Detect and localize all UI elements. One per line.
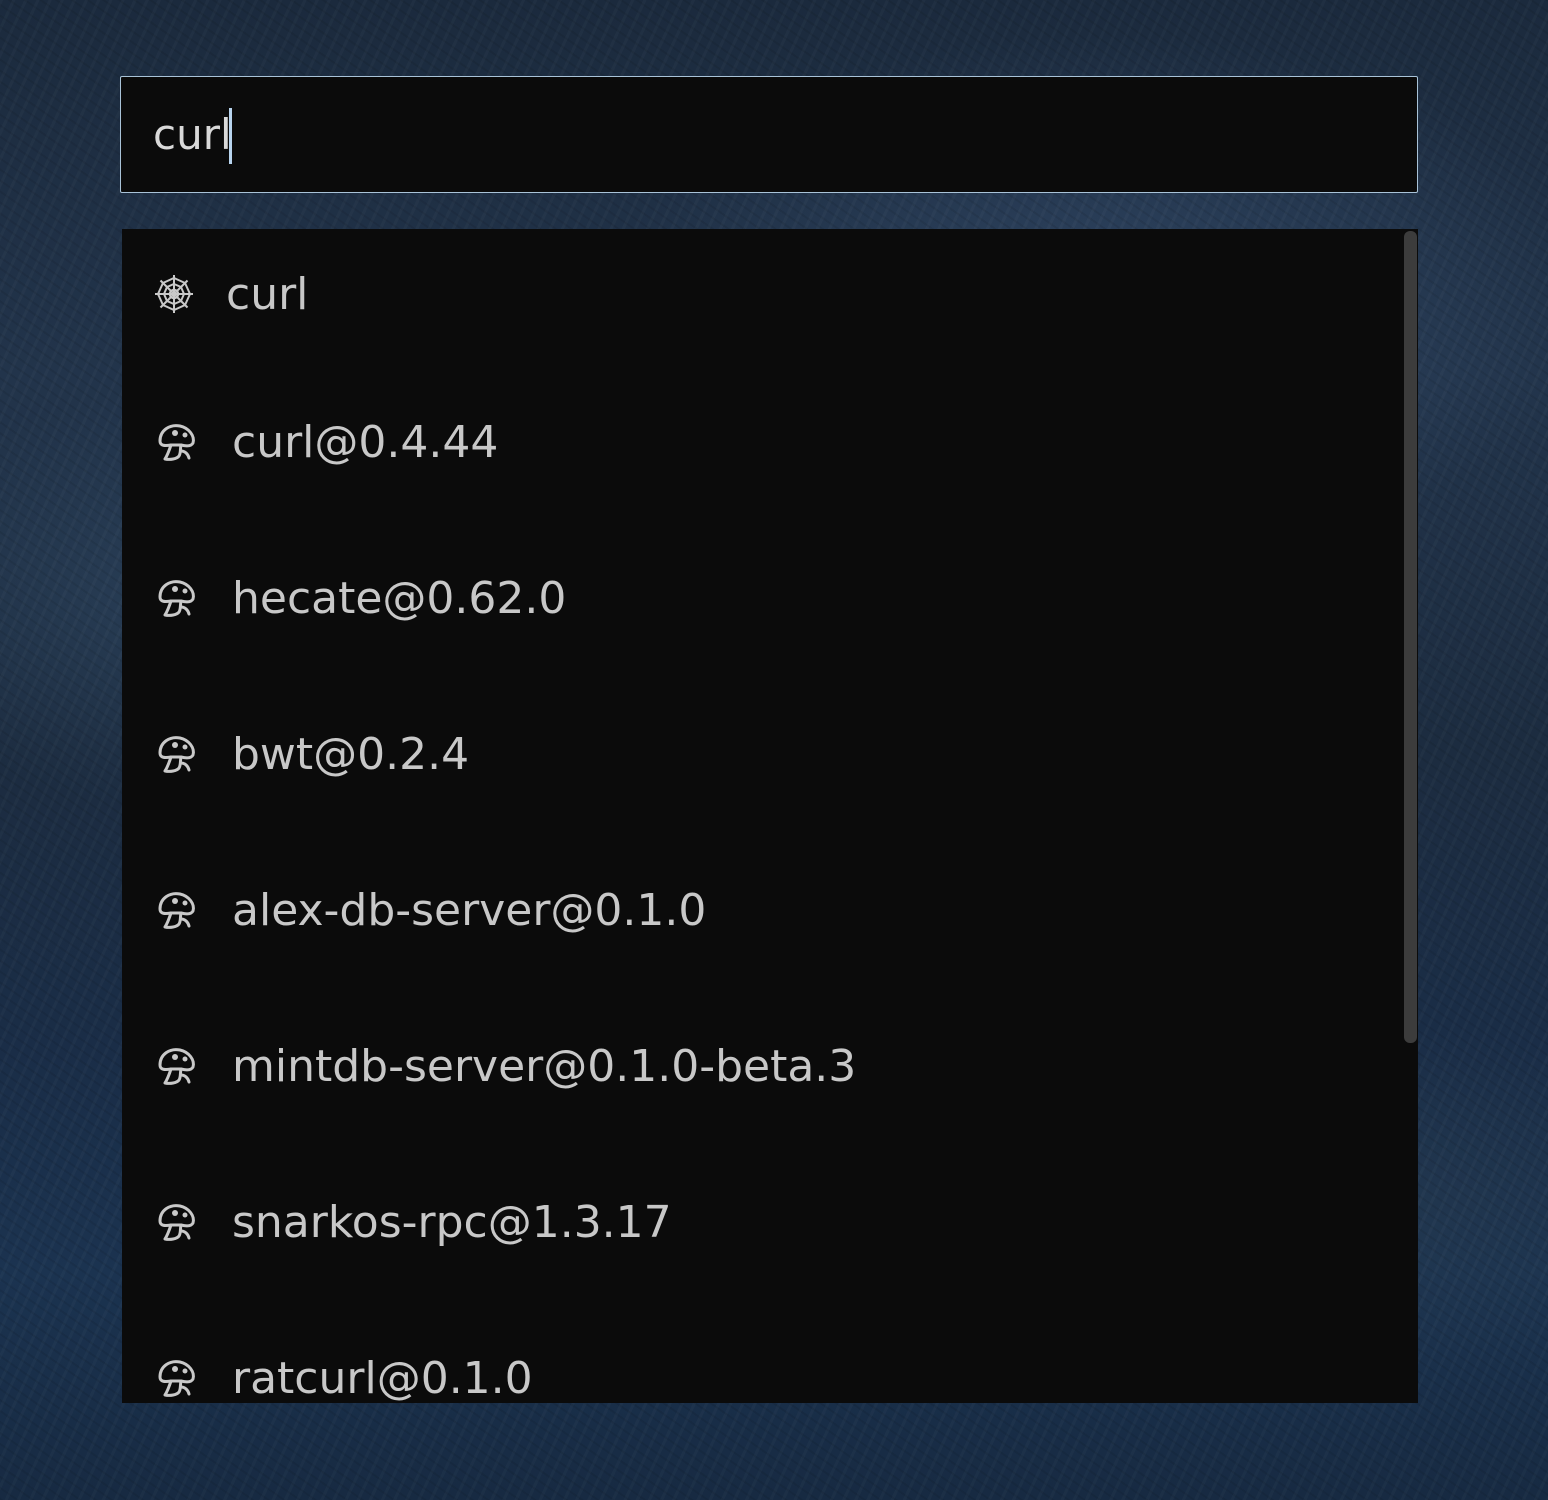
mushroom-icon xyxy=(154,732,198,776)
result-item[interactable]: curl@0.4.44 xyxy=(122,402,1398,482)
text-cursor xyxy=(229,108,232,164)
result-item[interactable]: snarkos-rpc@1.3.17 xyxy=(122,1182,1398,1262)
result-label: hecate@0.62.0 xyxy=(232,572,567,624)
mushroom-icon xyxy=(154,1356,198,1400)
mushroom-icon xyxy=(154,420,198,464)
result-label: snarkos-rpc@1.3.17 xyxy=(232,1196,672,1248)
scrollbar[interactable] xyxy=(1402,229,1418,1403)
search-box[interactable] xyxy=(120,76,1418,193)
search-input[interactable] xyxy=(121,76,1417,193)
result-label: mintdb-server@0.1.0-beta.3 xyxy=(232,1040,857,1092)
result-label: ratcurl@0.1.0 xyxy=(232,1352,533,1404)
result-label: curl@0.4.44 xyxy=(232,416,499,468)
result-item[interactable]: mintdb-server@0.1.0-beta.3 xyxy=(122,1026,1398,1106)
mushroom-icon xyxy=(154,1044,198,1088)
mushroom-icon xyxy=(154,888,198,932)
mushroom-icon xyxy=(154,576,198,620)
result-item[interactable]: curl xyxy=(122,254,1398,334)
result-label: alex-db-server@0.1.0 xyxy=(232,884,707,936)
result-label: curl xyxy=(226,268,309,320)
result-label: bwt@0.2.4 xyxy=(232,728,470,780)
mushroom-icon xyxy=(154,1200,198,1244)
spider-web-icon xyxy=(152,272,196,316)
result-item[interactable]: alex-db-server@0.1.0 xyxy=(122,870,1398,950)
result-item[interactable]: hecate@0.62.0 xyxy=(122,558,1398,638)
scrollbar-thumb[interactable] xyxy=(1404,231,1417,1043)
result-item[interactable]: ratcurl@0.1.0 xyxy=(122,1338,1398,1403)
result-item[interactable]: bwt@0.2.4 xyxy=(122,714,1398,794)
results-list[interactable]: curl curl@0.4.44 hecate@0.62.0 bwt@0.2.4… xyxy=(122,229,1418,1403)
